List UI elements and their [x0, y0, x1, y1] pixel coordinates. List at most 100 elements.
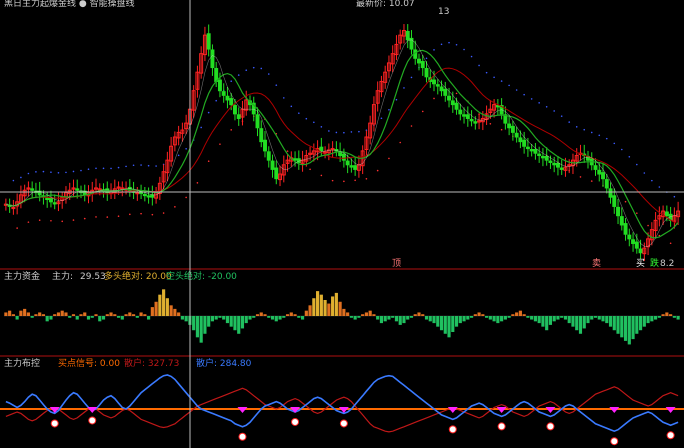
candle-body: [48, 197, 53, 203]
main-force-bar: [8, 310, 12, 316]
support-dot: [343, 180, 345, 183]
candle-body: [435, 84, 440, 87]
main-force-bar: [608, 316, 613, 327]
main-force-bar: [244, 316, 248, 324]
support-dot: [185, 196, 187, 199]
resistance-dot: [20, 176, 22, 179]
main-force-bar: [49, 316, 53, 320]
main-force-bar: [530, 316, 534, 320]
main-force-bar: [451, 316, 455, 332]
candle-body: [210, 49, 215, 69]
main-force-bar: [94, 314, 98, 316]
resistance-dot: [448, 41, 450, 44]
signal-circle: [546, 422, 555, 431]
candle-body: [555, 162, 560, 168]
resistance-dot: [50, 171, 52, 173]
candle-body: [631, 239, 636, 244]
main-force-bar: [169, 305, 173, 316]
main-force-bar: [650, 316, 654, 322]
main-force-bar: [481, 314, 485, 316]
main-force-bar: [642, 316, 646, 327]
resistance-dot: [207, 111, 210, 114]
signal-circle: [238, 432, 247, 441]
candle-body: [544, 155, 549, 161]
resistance-dot: [515, 89, 518, 91]
panel2-header: 主力资金 主力: 29.53 多头绝对: 20.00 空头绝对: -20.00: [4, 270, 237, 282]
resistance-dot: [455, 43, 458, 46]
main-force-bar: [218, 316, 222, 318]
main-force-bar: [90, 316, 94, 318]
candle-body: [259, 128, 264, 143]
main-force-bar: [184, 316, 188, 322]
resistance-dot: [433, 49, 435, 51]
resistance-dot: [358, 130, 360, 133]
resistance-dot: [12, 179, 15, 182]
resistance-dot: [42, 170, 45, 173]
main-force-bar: [45, 316, 49, 322]
main-force-bar: [338, 301, 342, 316]
support-dot: [83, 217, 86, 220]
candle-body: [514, 132, 519, 138]
candle-body: [454, 102, 459, 110]
panel2-name: 主力资金: [4, 270, 40, 282]
resistance-dot: [125, 165, 127, 168]
candle-body: [616, 206, 621, 217]
main-force-bar: [391, 316, 395, 318]
support-dot: [399, 141, 402, 144]
candle-body: [443, 88, 448, 96]
main-force-bar: [582, 316, 586, 329]
chart-canvas: 黑日主力起爆金线 ● 智能操盘线 最新价: 10.07 主力资金 主力: 29.…: [0, 0, 684, 448]
resistance-dot: [350, 131, 353, 133]
resistance-dot: [523, 93, 525, 96]
candle-body: [537, 153, 542, 157]
candle-body: [345, 160, 350, 166]
resistance-dot: [410, 76, 413, 79]
resistance-dot: [57, 171, 60, 174]
candle-body: [525, 146, 530, 150]
main-force-bar: [346, 312, 350, 316]
panel3-name: 主力布控: [4, 357, 40, 369]
support-dot: [61, 220, 64, 223]
main-force-bar: [567, 316, 571, 324]
main-force-bar: [11, 314, 15, 316]
candle-body: [518, 137, 523, 143]
resistance-dot: [545, 105, 548, 108]
support-dot: [286, 150, 289, 152]
main-force-bar: [285, 314, 290, 316]
candle-body: [424, 67, 429, 78]
support-dot: [140, 212, 142, 215]
resistance-dot: [530, 98, 533, 100]
support-dot: [27, 221, 30, 223]
resistance-dot: [583, 128, 586, 131]
main-force-bar: [436, 316, 440, 327]
support-dot: [219, 143, 221, 145]
support-dot: [636, 212, 638, 214]
main-force-bar: [646, 316, 650, 324]
main-force-bar: [522, 314, 526, 316]
main-force-bar: [34, 314, 38, 316]
candle-body: [417, 58, 421, 64]
main-force-bar: [207, 316, 211, 327]
main-force-bar: [15, 316, 19, 320]
peak-price-label: 13: [438, 7, 449, 17]
main-force-bar: [462, 316, 466, 322]
resistance-dot: [132, 164, 135, 167]
main-force-bar: [496, 316, 500, 324]
candle-body: [608, 188, 613, 198]
resistance-dot: [598, 134, 601, 137]
main-force-bar: [402, 316, 406, 324]
panel2-long-label: 多头绝对: 20.00: [104, 270, 172, 282]
resistance-dot: [185, 148, 187, 150]
candle-body: [225, 95, 230, 101]
candle-body: [217, 79, 222, 92]
panel2-short-label: 空头绝对: -20.00: [166, 270, 237, 282]
support-dot: [590, 180, 593, 182]
candle-body: [473, 121, 478, 124]
support-dot: [433, 97, 435, 100]
main-force-bar: [612, 316, 616, 331]
candle-body: [229, 98, 234, 106]
candle-body: [619, 216, 624, 226]
candle-body: [533, 149, 538, 154]
main-force-bar: [368, 310, 372, 316]
support-dot: [579, 176, 582, 178]
